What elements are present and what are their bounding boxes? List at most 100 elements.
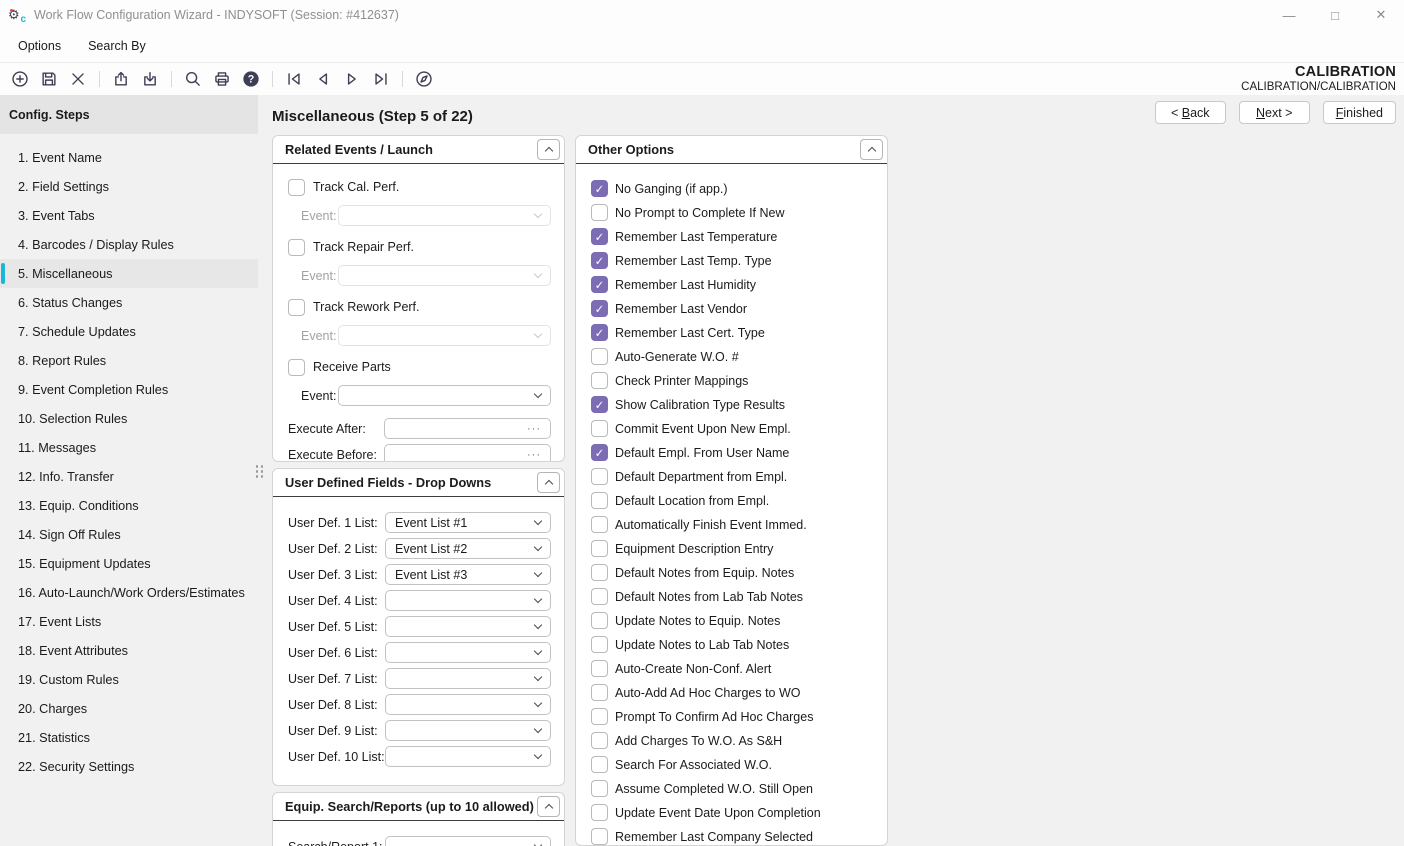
option-checkbox[interactable] xyxy=(591,228,608,245)
option-row: Equipment Description Entry xyxy=(591,540,875,557)
sidebar-item[interactable]: 15. Equipment Updates xyxy=(0,549,258,578)
search-report-select[interactable] xyxy=(385,836,551,846)
option-checkbox[interactable] xyxy=(591,684,608,701)
sidebar-item[interactable]: 14. Sign Off Rules xyxy=(0,520,258,549)
sidebar-item[interactable]: 5. Miscellaneous xyxy=(0,259,258,288)
option-checkbox[interactable] xyxy=(591,468,608,485)
option-checkbox[interactable] xyxy=(591,732,608,749)
first-record-icon[interactable] xyxy=(283,68,305,90)
sidebar-item[interactable]: 17. Event Lists xyxy=(0,607,258,636)
sidebar-item[interactable]: 1. Event Name xyxy=(0,143,258,172)
option-checkbox[interactable] xyxy=(591,804,608,821)
option-checkbox[interactable] xyxy=(591,180,608,197)
option-checkbox[interactable] xyxy=(591,420,608,437)
sidebar-item[interactable]: 8. Report Rules xyxy=(0,346,258,375)
sidebar-item[interactable]: 13. Equip. Conditions xyxy=(0,491,258,520)
next-record-icon[interactable] xyxy=(341,68,363,90)
help-icon[interactable]: ? xyxy=(240,68,262,90)
event-select[interactable] xyxy=(338,325,551,346)
event-select[interactable] xyxy=(338,385,551,406)
udf-select[interactable] xyxy=(385,746,551,767)
compass-icon[interactable] xyxy=(413,68,435,90)
collapse-button[interactable] xyxy=(537,139,560,160)
sidebar-item[interactable]: 21. Statistics xyxy=(0,723,258,752)
sidebar-item[interactable]: 4. Barcodes / Display Rules xyxy=(0,230,258,259)
option-checkbox[interactable] xyxy=(591,348,608,365)
export-icon[interactable] xyxy=(110,68,132,90)
sidebar-item[interactable]: 22. Security Settings xyxy=(0,752,258,781)
sidebar-item[interactable]: 9. Event Completion Rules xyxy=(0,375,258,404)
close-button[interactable]: ✕ xyxy=(1358,0,1404,30)
checkbox[interactable] xyxy=(288,299,305,316)
sidebar-item[interactable]: 6. Status Changes xyxy=(0,288,258,317)
option-checkbox[interactable] xyxy=(591,444,608,461)
sidebar-item[interactable]: 7. Schedule Updates xyxy=(0,317,258,346)
previous-record-icon[interactable] xyxy=(312,68,334,90)
ellipsis-button[interactable]: ··· xyxy=(527,449,541,461)
event-select[interactable] xyxy=(338,265,551,286)
option-checkbox[interactable] xyxy=(591,540,608,557)
search-icon[interactable] xyxy=(182,68,204,90)
udf-select[interactable] xyxy=(385,616,551,637)
save-icon[interactable] xyxy=(38,68,60,90)
finished-button[interactable]: Finished xyxy=(1323,101,1396,124)
option-checkbox[interactable] xyxy=(591,756,608,773)
udf-select[interactable]: Event List #2 xyxy=(385,538,551,559)
maximize-button[interactable]: □ xyxy=(1312,0,1358,30)
back-button[interactable]: < Back xyxy=(1155,101,1226,124)
collapse-button[interactable] xyxy=(537,796,560,817)
option-checkbox[interactable] xyxy=(591,324,608,341)
option-checkbox[interactable] xyxy=(591,636,608,653)
execute-before-input[interactable]: ··· xyxy=(384,444,551,462)
collapse-button[interactable] xyxy=(860,139,883,160)
udf-select[interactable] xyxy=(385,720,551,741)
sidebar-item[interactable]: 20. Charges xyxy=(0,694,258,723)
udf-select[interactable]: Event List #3 xyxy=(385,564,551,585)
option-checkbox[interactable] xyxy=(591,516,608,533)
udf-select[interactable] xyxy=(385,590,551,611)
checkbox[interactable] xyxy=(288,179,305,196)
ellipsis-button[interactable]: ··· xyxy=(527,423,541,435)
last-record-icon[interactable] xyxy=(370,68,392,90)
option-checkbox[interactable] xyxy=(591,708,608,725)
execute-after-input[interactable]: ··· xyxy=(384,418,551,439)
option-checkbox[interactable] xyxy=(591,276,608,293)
sidebar-item[interactable]: 11. Messages xyxy=(0,433,258,462)
checkbox[interactable] xyxy=(288,239,305,256)
option-checkbox[interactable] xyxy=(591,492,608,509)
option-checkbox[interactable] xyxy=(591,204,608,221)
option-checkbox[interactable] xyxy=(591,780,608,797)
sidebar-item[interactable]: 16. Auto-Launch/Work Orders/Estimates xyxy=(0,578,258,607)
sidebar-item[interactable]: 12. Info. Transfer xyxy=(0,462,258,491)
splitter-handle[interactable] xyxy=(255,463,264,480)
option-checkbox[interactable] xyxy=(591,588,608,605)
add-icon[interactable] xyxy=(9,68,31,90)
option-checkbox[interactable] xyxy=(591,252,608,269)
minimize-button[interactable]: — xyxy=(1266,0,1312,30)
option-checkbox[interactable] xyxy=(591,564,608,581)
option-checkbox[interactable] xyxy=(591,300,608,317)
option-checkbox[interactable] xyxy=(591,660,608,677)
delete-icon[interactable] xyxy=(67,68,89,90)
next-button[interactable]: Next > xyxy=(1239,101,1310,124)
event-select[interactable] xyxy=(338,205,551,226)
sidebar-item[interactable]: 10. Selection Rules xyxy=(0,404,258,433)
sidebar-item[interactable]: 18. Event Attributes xyxy=(0,636,258,665)
print-icon[interactable] xyxy=(211,68,233,90)
option-checkbox[interactable] xyxy=(591,828,608,845)
option-checkbox[interactable] xyxy=(591,612,608,629)
sidebar-item[interactable]: 3. Event Tabs xyxy=(0,201,258,230)
sidebar-item[interactable]: 2. Field Settings xyxy=(0,172,258,201)
option-checkbox[interactable] xyxy=(591,396,608,413)
menu-item-options[interactable]: Options xyxy=(18,39,61,53)
menu-item-search-by[interactable]: Search By xyxy=(88,39,146,53)
checkbox[interactable] xyxy=(288,359,305,376)
udf-select[interactable] xyxy=(385,668,551,689)
import-icon[interactable] xyxy=(139,68,161,90)
sidebar-item[interactable]: 19. Custom Rules xyxy=(0,665,258,694)
udf-select[interactable] xyxy=(385,642,551,663)
udf-select[interactable]: Event List #1 xyxy=(385,512,551,533)
udf-select[interactable] xyxy=(385,694,551,715)
collapse-button[interactable] xyxy=(537,472,560,493)
option-checkbox[interactable] xyxy=(591,372,608,389)
